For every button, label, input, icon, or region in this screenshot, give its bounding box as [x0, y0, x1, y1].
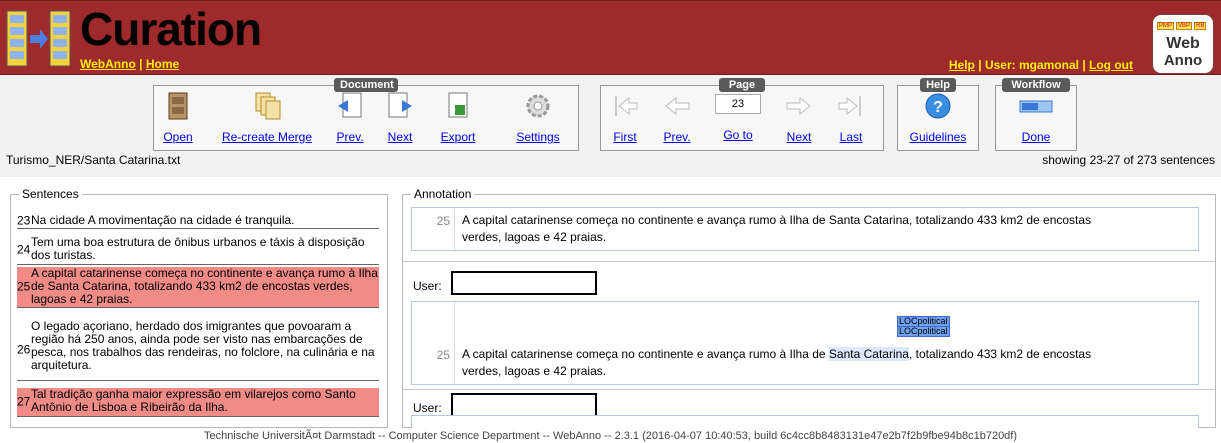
badge-tag: PMP: [1157, 22, 1175, 30]
entity-label-badge[interactable]: LOCpolitical: [897, 326, 950, 337]
next-document-icon: [386, 92, 414, 120]
user-annotation-box[interactable]: LOCpolitical LOCpolitical 25 A capital c…: [411, 301, 1199, 385]
app-header: Curation WebAnno | Home Help | User: mga…: [0, 0, 1221, 75]
user-text: User: mgamonal: [984, 58, 1079, 72]
last-page-button[interactable]: Last: [833, 92, 869, 144]
next-document-button[interactable]: Next: [382, 92, 418, 144]
sentence-range-status: showing 23-27 of 273 sentences: [1042, 153, 1215, 167]
workflow-group-title: Workflow: [1002, 78, 1070, 92]
logout-link[interactable]: Log out: [1089, 58, 1133, 72]
line-number: 25: [436, 348, 450, 362]
prev-document-button[interactable]: Prev.: [332, 92, 368, 144]
help-link[interactable]: Help: [949, 58, 975, 72]
cabinet-icon: [164, 92, 192, 120]
gear-icon: [524, 92, 552, 120]
last-page-icon: [837, 92, 865, 120]
progress-bar-icon: [1018, 92, 1054, 120]
document-filename: Turismo_NER/Santa Catarina.txt: [6, 153, 181, 167]
user-annotation-box[interactable]: [411, 415, 1199, 428]
sentences-panel: Sentences 23 Na cidade A movimentação na…: [10, 187, 388, 428]
page-title: Curation: [80, 3, 262, 55]
webanno-logo: PMP VBP RB Web Anno: [1153, 15, 1213, 73]
annotation-line-1: A capital catarinense começa no continen…: [462, 213, 1092, 227]
user-name-field: [451, 393, 597, 417]
export-button[interactable]: Export: [436, 92, 480, 144]
toolbar: Document Open Re-create Merge Prev. Next: [0, 75, 1221, 177]
annotation-legend: Annotation: [411, 187, 475, 201]
prev-page-button[interactable]: Prev.: [659, 92, 695, 144]
export-icon: [444, 92, 472, 120]
arrow-right-icon: [785, 92, 813, 120]
settings-button[interactable]: Settings: [508, 92, 568, 144]
user-label: User:: [413, 401, 442, 415]
header-left-links: WebAnno | Home: [80, 57, 180, 71]
user-name-field: [451, 271, 597, 295]
help-icon: ?: [924, 92, 952, 120]
done-button[interactable]: Done: [1000, 92, 1072, 144]
line-number: 25: [436, 214, 450, 228]
recreate-merge-button[interactable]: Re-create Merge: [214, 92, 320, 144]
annotation-line-2: verdes, lagoas e 42 praias.: [462, 364, 607, 378]
arrow-left-icon: [663, 92, 691, 120]
help-group-title: Help: [920, 78, 956, 92]
open-button[interactable]: Open: [160, 92, 196, 144]
sentences-legend: Sentences: [19, 187, 82, 201]
sentence-item-selected[interactable]: 25 A capital catarinense começa no conti…: [17, 267, 379, 308]
sentence-item-highlighted[interactable]: 27 Tal tradição ganha maior expressão em…: [17, 388, 379, 417]
user-label: User:: [413, 279, 442, 293]
webanno-link[interactable]: WebAnno: [80, 57, 136, 71]
sentence-item[interactable]: 23 Na cidade A movimentação na cidade é …: [17, 214, 379, 229]
first-page-icon: [611, 92, 639, 120]
document-group-title: Document: [334, 78, 398, 92]
annotation-line-1: A capital catarinense começa no continen…: [462, 347, 1092, 361]
first-page-button[interactable]: First: [607, 92, 643, 144]
annotation-line-2: verdes, lagoas e 42 praias.: [462, 230, 607, 244]
documents-icon: [253, 92, 281, 120]
badge-word-anno: Anno: [1163, 52, 1203, 69]
header-right-links: Help | User: mgamonal | Log out: [948, 58, 1133, 72]
badge-tag: VBP: [1176, 22, 1193, 30]
badge-tag: RB: [1194, 22, 1207, 30]
annotation-area: Annotation 25 A capital catarinense come…: [402, 187, 1216, 428]
svg-text:?: ?: [933, 99, 943, 116]
merged-annotation-box[interactable]: 25 A capital catarinense começa no conti…: [411, 207, 1199, 251]
footer: Technische UniversitÃ¤t Darmstadt -- Com…: [203, 430, 1018, 442]
goto-page-button[interactable]: 23 Go to: [713, 92, 763, 142]
home-link[interactable]: Home: [146, 57, 179, 71]
page-group-title: Page: [719, 78, 765, 92]
sentence-item[interactable]: 26 O legado açoriano, herdado dos imigra…: [17, 320, 379, 381]
document-group: Document Open Re-create Merge Prev. Next: [153, 78, 579, 151]
badge-word-web: Web: [1166, 35, 1200, 52]
page-group: Page First Prev. 23 Go to Next Last: [600, 78, 884, 151]
page-number-input[interactable]: 23: [715, 94, 761, 114]
workflow-group: Workflow Done: [995, 78, 1077, 151]
prev-document-icon: [336, 92, 364, 120]
guidelines-button[interactable]: ? Guidelines: [902, 92, 974, 144]
help-group: Help ? Guidelines: [897, 78, 979, 151]
curation-logo-icon: [6, 9, 72, 69]
next-page-button[interactable]: Next: [781, 92, 817, 144]
sentence-item[interactable]: 24 Tem uma boa estrutura de ônibus urban…: [17, 236, 379, 265]
annotated-entity[interactable]: Santa Catarina: [828, 347, 909, 361]
